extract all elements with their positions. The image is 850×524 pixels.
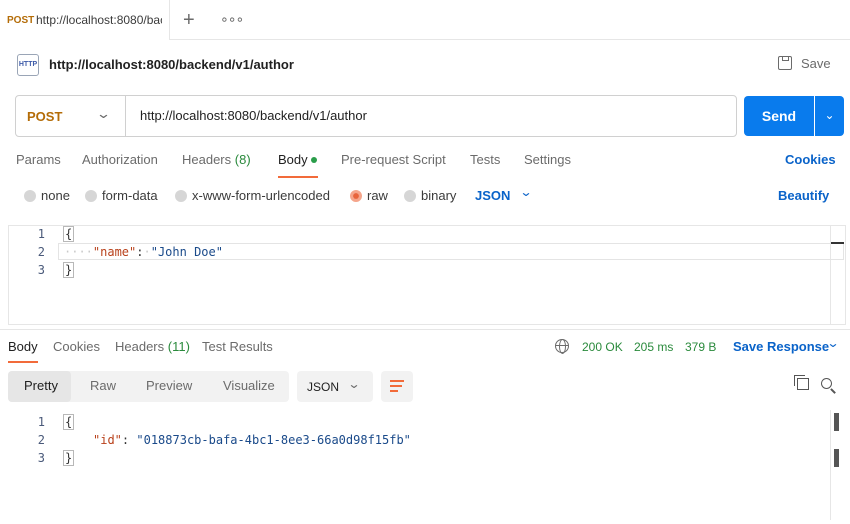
response-format-select[interactable]: JSON ⌄ bbox=[297, 371, 373, 402]
radio-raw-label[interactable]: raw bbox=[367, 188, 388, 203]
beautify-button[interactable]: Beautify bbox=[778, 188, 829, 203]
body-modified-dot bbox=[311, 157, 317, 163]
code-close-brace: } bbox=[63, 262, 75, 278]
tab-settings[interactable]: Settings bbox=[524, 152, 571, 167]
json-value: "John Doe" bbox=[150, 245, 223, 259]
json-key: "name" bbox=[92, 245, 137, 259]
send-button[interactable]: Send bbox=[744, 96, 814, 136]
radio-binary[interactable] bbox=[404, 190, 416, 202]
json-key: "id" bbox=[93, 433, 122, 447]
new-tab-button[interactable]: + bbox=[183, 9, 195, 32]
response-divider[interactable] bbox=[0, 329, 850, 330]
chevron-down-icon: ⌄ bbox=[824, 108, 835, 122]
resp-tab-headers[interactable]: Headers (11) bbox=[115, 339, 190, 354]
view-visualize[interactable]: Visualize bbox=[223, 378, 275, 393]
resp-tab-cookies[interactable]: Cookies bbox=[53, 339, 100, 354]
code-open-brace: { bbox=[63, 226, 75, 242]
line-number: 3 bbox=[37, 263, 45, 277]
http-icon: HTTP bbox=[17, 54, 39, 76]
chevron-down-icon[interactable]: ⌄ bbox=[519, 185, 532, 199]
tab-prerequest-script[interactable]: Pre-request Script bbox=[341, 152, 446, 167]
copy-icon[interactable] bbox=[794, 375, 809, 390]
tab-body[interactable]: Body bbox=[278, 152, 308, 167]
url-bar: POST ⌄ bbox=[15, 95, 737, 137]
radio-none-label[interactable]: none bbox=[41, 188, 70, 203]
response-time[interactable]: 205 ms bbox=[634, 340, 673, 354]
radio-binary-label[interactable]: binary bbox=[421, 188, 456, 203]
active-tab-underline bbox=[8, 361, 38, 363]
radio-urlencoded-label[interactable]: x-www-form-urlencoded bbox=[192, 188, 330, 203]
response-format-value: JSON bbox=[307, 380, 340, 394]
body-format-select[interactable]: JSON bbox=[475, 188, 510, 203]
view-pretty[interactable]: Pretty bbox=[24, 378, 58, 393]
status-code[interactable]: 200 OK bbox=[582, 340, 623, 354]
code-open-brace: { bbox=[63, 414, 75, 430]
response-size[interactable]: 379 B bbox=[685, 340, 716, 354]
radio-form-data[interactable] bbox=[85, 190, 97, 202]
url-input[interactable] bbox=[140, 108, 720, 123]
view-raw[interactable]: Raw bbox=[90, 378, 116, 393]
chevron-down-icon: ⌄ bbox=[95, 106, 112, 121]
method-value: POST bbox=[27, 109, 63, 124]
tab-title: http://localhost:8080/backend/v1/author bbox=[36, 13, 162, 27]
chevron-down-icon: ⌄ bbox=[347, 377, 361, 391]
save-response-button[interactable]: Save Response bbox=[733, 339, 829, 354]
chevron-down-icon[interactable]: ⌄ bbox=[826, 336, 839, 350]
scroll-thumb[interactable] bbox=[834, 413, 839, 431]
tab-headers-label: Headers bbox=[182, 152, 232, 167]
code-line: "id": "018873cb-bafa-4bc1-8ee3-66a0d98f1… bbox=[93, 433, 411, 447]
method-select[interactable]: POST ⌄ bbox=[16, 96, 126, 136]
json-value: "018873cb-bafa-4bc1-8ee3-66a0d98f15fb" bbox=[136, 433, 411, 447]
save-icon[interactable] bbox=[778, 56, 792, 70]
resp-tab-body[interactable]: Body bbox=[8, 339, 38, 354]
tab-authorization[interactable]: Authorization bbox=[82, 152, 158, 167]
more-tabs-button[interactable]: ∘∘∘ bbox=[220, 11, 244, 28]
radio-urlencoded[interactable] bbox=[175, 190, 187, 202]
tab-headers-count: (8) bbox=[234, 152, 251, 167]
tab-headers[interactable]: Headers (8) bbox=[182, 152, 251, 167]
response-view-bar: Pretty Raw Preview Visualize bbox=[8, 371, 289, 402]
tab-request[interactable]: POST http://localhost:8080/backend/v1/au… bbox=[0, 0, 170, 40]
line-number: 2 bbox=[37, 433, 45, 447]
send-dropdown-button[interactable]: ⌄ bbox=[815, 96, 844, 136]
radio-none[interactable] bbox=[24, 190, 36, 202]
resp-tab-headers-label: Headers bbox=[115, 339, 165, 354]
save-button[interactable]: Save bbox=[801, 56, 831, 71]
search-icon[interactable] bbox=[821, 378, 832, 389]
tab-bar: POST http://localhost:8080/backend/v1/au… bbox=[0, 0, 850, 40]
code-line: ····"name":·"John Doe" bbox=[64, 245, 223, 259]
tab-method: POST bbox=[7, 15, 35, 26]
wrap-lines-icon[interactable] bbox=[381, 371, 413, 402]
line-number: 1 bbox=[37, 227, 45, 241]
editor-scrollbar[interactable] bbox=[830, 226, 831, 324]
view-preview[interactable]: Preview bbox=[146, 378, 192, 393]
scroll-thumb[interactable] bbox=[834, 449, 839, 467]
response-scrollbar[interactable] bbox=[830, 410, 831, 520]
request-body-editor[interactable] bbox=[8, 225, 846, 325]
tab-params[interactable]: Params bbox=[16, 152, 61, 167]
line-number: 2 bbox=[37, 245, 45, 259]
globe-icon[interactable] bbox=[555, 339, 569, 354]
scroll-marker bbox=[831, 242, 844, 244]
line-number: 1 bbox=[37, 415, 45, 429]
request-title[interactable]: http://localhost:8080/backend/v1/author bbox=[49, 57, 294, 72]
code-close-brace: } bbox=[63, 450, 75, 466]
tab-tests[interactable]: Tests bbox=[470, 152, 500, 167]
radio-raw[interactable] bbox=[350, 190, 362, 202]
radio-form-data-label[interactable]: form-data bbox=[102, 188, 158, 203]
cookies-link[interactable]: Cookies bbox=[785, 152, 836, 167]
resp-tab-test-results[interactable]: Test Results bbox=[202, 339, 273, 354]
line-number: 3 bbox=[37, 451, 45, 465]
active-tab-underline bbox=[278, 176, 318, 178]
resp-tab-headers-count: (11) bbox=[167, 339, 190, 354]
